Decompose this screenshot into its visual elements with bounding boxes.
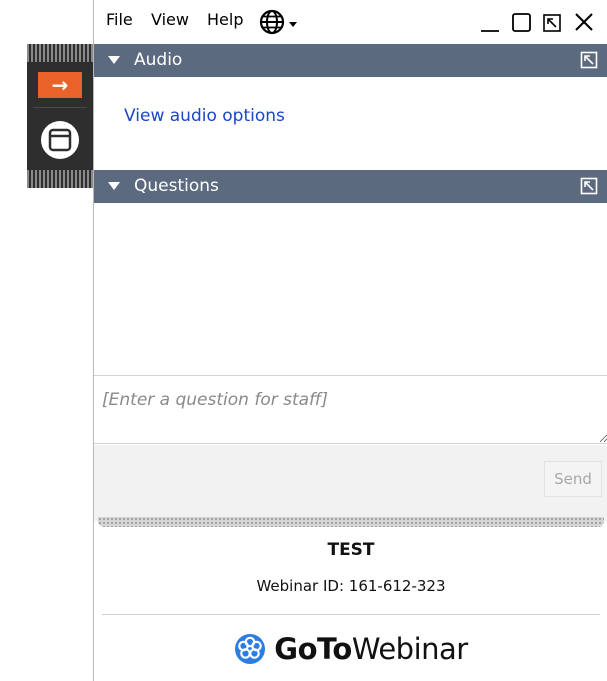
globe-icon bbox=[259, 9, 285, 35]
caret-down-icon bbox=[289, 22, 297, 27]
maximize-icon bbox=[512, 13, 531, 32]
maximize-button[interactable] bbox=[509, 10, 533, 34]
questions-section-title: Questions bbox=[134, 176, 219, 196]
view-audio-options-link[interactable]: View audio options bbox=[124, 106, 285, 126]
minimize-icon bbox=[481, 30, 499, 32]
menu-view[interactable]: View bbox=[151, 10, 189, 29]
brand-goto-text: GoTo bbox=[274, 632, 352, 666]
question-input[interactable] bbox=[94, 376, 607, 444]
collapse-triangle-icon bbox=[108, 182, 120, 190]
language-menu-button[interactable] bbox=[259, 9, 303, 35]
window-panel-icon bbox=[41, 121, 79, 159]
popout-icon[interactable] bbox=[580, 51, 598, 69]
audio-section-title: Audio bbox=[134, 50, 183, 70]
menu-bar: File View Help bbox=[94, 0, 607, 44]
collapse-triangle-icon bbox=[108, 56, 120, 64]
menu-file[interactable]: File bbox=[106, 10, 133, 29]
grabtab-grip-bottom[interactable] bbox=[27, 170, 93, 188]
webinar-title: TEST bbox=[327, 540, 375, 560]
audio-section-header[interactable]: Audio bbox=[94, 44, 607, 77]
restore-icon bbox=[543, 14, 561, 32]
restore-button[interactable] bbox=[540, 10, 564, 34]
grabtab-divider bbox=[33, 107, 87, 108]
close-button[interactable] bbox=[572, 10, 596, 34]
control-panel-grabtab[interactable]: → bbox=[27, 44, 93, 188]
minimize-button[interactable] bbox=[478, 10, 502, 34]
popout-icon[interactable] bbox=[580, 177, 598, 195]
questions-section-header[interactable]: Questions bbox=[94, 170, 607, 203]
control-panel-window: File View Help Audio View audio options … bbox=[93, 0, 607, 681]
arrow-right-icon: → bbox=[51, 73, 69, 97]
send-button[interactable]: Send bbox=[544, 461, 602, 497]
audio-section-body: View audio options bbox=[94, 77, 607, 170]
close-icon bbox=[575, 13, 593, 31]
resize-handle[interactable] bbox=[98, 517, 604, 527]
footer-divider bbox=[102, 614, 600, 615]
send-area: Send bbox=[94, 445, 607, 521]
menu-help[interactable]: Help bbox=[207, 10, 243, 29]
questions-log[interactable] bbox=[94, 203, 607, 376]
show-control-panel-button[interactable]: → bbox=[38, 72, 82, 98]
brand-webinar-text: Webinar bbox=[351, 632, 468, 666]
webinar-id: Webinar ID: 161-612-323 bbox=[256, 577, 446, 595]
gotowebinar-logo-icon bbox=[235, 634, 266, 664]
grabtab-grip-top[interactable] bbox=[27, 44, 93, 62]
brand-logo: GoTo Webinar bbox=[94, 627, 607, 671]
webinar-info-footer: TEST Webinar ID: 161-612-323 GoTo Webinar bbox=[94, 527, 607, 681]
toggle-panel-button[interactable] bbox=[40, 120, 80, 160]
